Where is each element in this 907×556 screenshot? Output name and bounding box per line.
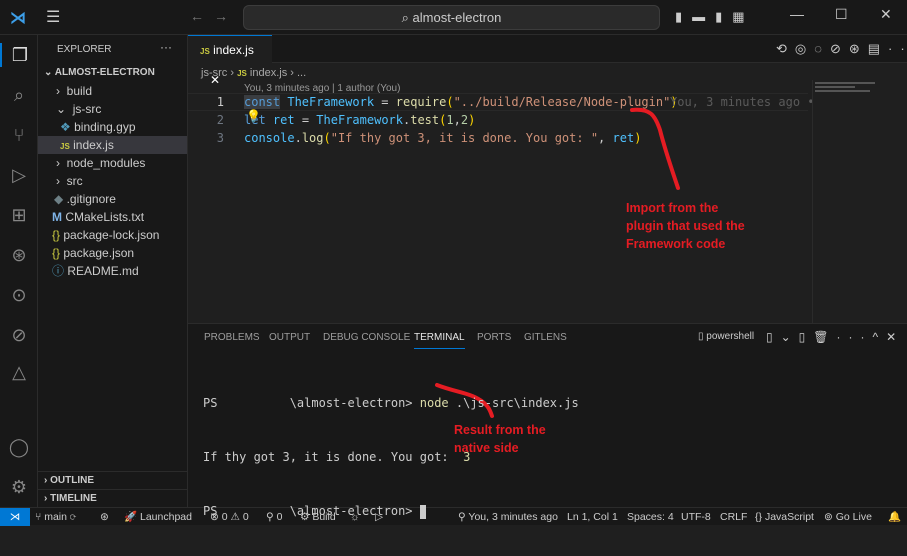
tree-item-index-js[interactable]: JS index.js xyxy=(38,136,187,154)
workspace-root[interactable]: ⌄ ALMOST-ELECTRON xyxy=(38,64,187,82)
settings-gear-icon[interactable]: ⚙ xyxy=(7,475,31,499)
tree-item-package-lock[interactable]: {} package-lock.json xyxy=(38,226,187,244)
editor-actions[interactable]: ⟲◎◌⊘⊛▤··· xyxy=(776,41,907,57)
terminal-output[interactable]: PS \almost-electron> node .\js-src\index… xyxy=(203,358,579,556)
panel-actions[interactable]: ▯⌄▯🗑···^✕ xyxy=(766,330,904,344)
search-icon[interactable]: ⌕ xyxy=(7,83,31,107)
tree-item-src[interactable]: › src xyxy=(38,172,187,190)
cmake-icon[interactable]: △ xyxy=(7,360,31,384)
explorer-title: EXPLORER xyxy=(57,44,112,55)
tree-item-binding-gyp[interactable]: ❖ binding.gyp xyxy=(38,118,187,136)
launchpad-button[interactable]: 🚀 Launchpad xyxy=(124,508,192,526)
encoding[interactable]: UTF-8 xyxy=(681,508,711,526)
explorer-icon[interactable]: ❐ xyxy=(0,43,38,67)
line-ending[interactable]: CRLF xyxy=(720,508,747,526)
code-line-1: const TheFramework = require("../build/R… xyxy=(244,95,678,109)
run-debug-icon[interactable]: ▷ xyxy=(7,163,31,187)
layout-toggle-icons[interactable]: ▮▬▮▦ xyxy=(675,9,755,25)
tree-item-cmakelists[interactable]: M CMakeLists.txt xyxy=(38,208,187,226)
json-file-icon: {} xyxy=(52,246,61,260)
language-mode[interactable]: {} JavaScript xyxy=(755,508,814,526)
bottom-panel: PROBLEMS OUTPUT DEBUG CONSOLE TERMINAL P… xyxy=(188,323,907,519)
tree-item-js-src[interactable]: ⌄ js-src xyxy=(38,100,187,118)
js-file-icon: JS xyxy=(60,142,70,151)
tree-item-package-json[interactable]: {} package.json xyxy=(38,244,187,262)
terminal-line-2: If thy got 3, it is done. You got: 3 xyxy=(203,450,471,464)
editor-tabs: JS index.js ✕ ⟲◎◌⊘⊛▤··· xyxy=(188,35,907,87)
minimize-button[interactable]: — xyxy=(790,6,804,22)
line-number: 3 xyxy=(216,131,224,145)
inline-blame: You, 3 minutes ago • xyxy=(670,95,815,109)
activity-bar: ❐ ⌕ ⑂ ▷ ⊞ ⊛ ⊙ ⊘ △ ◯ ⚙ xyxy=(0,35,38,507)
tab-terminal[interactable]: TERMINAL xyxy=(414,332,465,349)
json-file-icon: {} xyxy=(52,228,61,242)
lightbulb-icon[interactable]: 💡 xyxy=(246,109,261,123)
tab-debug-console[interactable]: DEBUG CONSOLE xyxy=(323,332,410,343)
code-line-3: console.log("If thy got 3, it is done. Y… xyxy=(244,131,642,145)
line-number: 2 xyxy=(216,113,224,127)
account-icon[interactable]: ◯ xyxy=(7,435,31,459)
maximize-button[interactable]: ☐ xyxy=(835,6,848,23)
terminal-line-1: PS \almost-electron> node .\js-src\index… xyxy=(203,396,579,410)
tab-index-js[interactable]: JS index.js ✕ xyxy=(188,35,272,87)
extensions-icon[interactable]: ⊞ xyxy=(7,203,31,227)
annotation-import: Import from the plugin that used the Fra… xyxy=(626,201,745,251)
more-actions-icon[interactable]: ··· xyxy=(160,40,172,54)
tree-item-gitignore[interactable]: ◆ .gitignore xyxy=(38,190,187,208)
command-center-search[interactable]: ⌕ almost-electron xyxy=(243,5,660,30)
close-button[interactable]: ✕ xyxy=(880,6,892,23)
notifications-icon[interactable]: 🔔 xyxy=(888,508,901,526)
info-icon: ⓘ xyxy=(52,264,65,278)
git-file-icon: ◆ xyxy=(54,192,64,206)
terminal-icon: ▯ xyxy=(698,331,704,342)
tree-item-node-modules[interactable]: › node_modules xyxy=(38,154,187,172)
forward-icon[interactable]: → xyxy=(214,8,228,24)
tab-ports[interactable]: PORTS xyxy=(477,332,511,343)
gitlens-status-icon[interactable]: ⊛ xyxy=(100,508,109,526)
go-live-button[interactable]: ⊚ Go Live xyxy=(824,508,872,526)
tab-gitlens[interactable]: GITLENS xyxy=(524,332,567,343)
search-icon: ⌕ xyxy=(401,10,413,25)
cmake-file-icon: M xyxy=(52,210,62,224)
source-control-icon[interactable]: ⑂ xyxy=(7,123,31,147)
back-icon[interactable]: ← xyxy=(190,8,204,24)
tree-item-readme[interactable]: ⓘ README.md xyxy=(38,262,187,280)
breadcrumb: js-src › JS index.js › ... xyxy=(201,67,307,79)
line-number: 1 xyxy=(216,95,224,109)
code-line-2: let ret = TheFramework.test(1,2) xyxy=(244,113,476,127)
gitlens-icon[interactable]: ⊛ xyxy=(7,243,31,267)
js-file-icon: JS xyxy=(200,47,210,56)
terminal-cursor xyxy=(419,504,426,519)
liveshare-icon[interactable]: ⊘ xyxy=(7,323,31,347)
menu-icon[interactable]: ☰ xyxy=(46,7,60,27)
explorer-sidebar: EXPLORER ··· ⌄ ALMOST-ELECTRON › build ⌄… xyxy=(38,35,188,507)
gyp-file-icon: ❖ xyxy=(60,120,71,134)
terminal-prompt-3: PS \almost-electron> xyxy=(203,504,420,518)
remote-indicator[interactable]: ⋊ xyxy=(0,508,30,526)
outline-section[interactable]: › OUTLINE xyxy=(38,471,187,489)
timeline-section[interactable]: › TIMELINE xyxy=(38,489,187,507)
indentation[interactable]: Spaces: 4 xyxy=(627,508,674,526)
vscode-logo-icon: ⋊ xyxy=(10,10,26,27)
js-file-icon: JS xyxy=(237,69,247,78)
tree-item-build[interactable]: › build xyxy=(38,82,187,100)
branch-indicator[interactable]: ⑂ main ⟳ xyxy=(35,508,76,526)
tab-problems[interactable]: PROBLEMS xyxy=(204,332,260,343)
tab-output[interactable]: OUTPUT xyxy=(269,332,310,343)
title-bar: ⋊ ☰ ← → ⌕ almost-electron ▮▬▮▦ — ☐ ✕ xyxy=(0,0,907,35)
terminal-line-3: PS \almost-electron> xyxy=(203,502,579,520)
minimap[interactable] xyxy=(812,80,897,323)
remote-icon[interactable]: ⊙ xyxy=(7,283,31,307)
terminal-shell-selector[interactable]: ▯ powershell xyxy=(698,331,754,342)
